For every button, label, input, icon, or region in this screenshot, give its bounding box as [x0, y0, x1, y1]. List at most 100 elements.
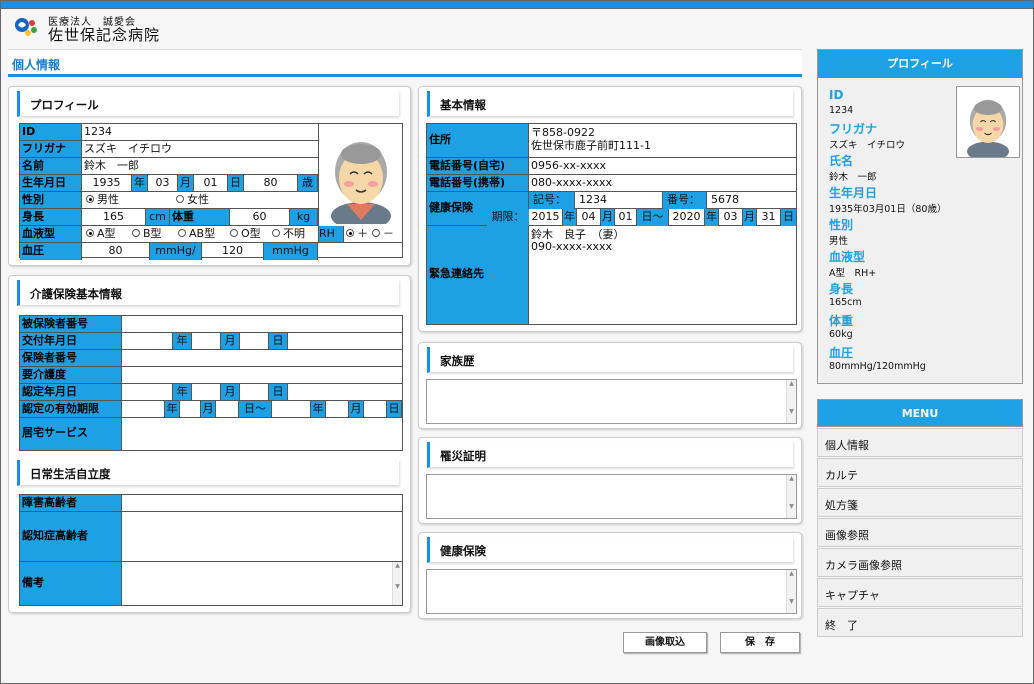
cert-date-label: 認定年月日 — [20, 384, 122, 400]
ins-from-day[interactable]: 01 — [615, 209, 637, 226]
side-bp-key: 血圧 — [829, 346, 854, 360]
kigen-label: 期限： — [487, 209, 529, 226]
ins-from-month[interactable]: 04 — [577, 209, 601, 226]
valid-to-year-unit: 年 — [310, 401, 326, 417]
tel-mobile-value[interactable]: 080-xxxx-xxxx — [531, 175, 612, 191]
valid-from-year-unit: 年 — [164, 401, 180, 417]
ins-tilde: 日～ — [637, 209, 669, 226]
ins-from-year-unit: 年 — [563, 209, 577, 226]
address-label: 住所 — [427, 124, 529, 157]
side-height-key: 身長 — [829, 282, 854, 296]
blood-a-radio[interactable]: A型 — [86, 226, 116, 242]
bango-value[interactable]: 5678 — [707, 192, 796, 209]
id-value[interactable]: 1234 — [84, 124, 112, 140]
weight-value[interactable]: 60 — [230, 209, 290, 225]
health-insurance-textarea[interactable]: ▲ ▼ — [426, 569, 797, 614]
image-import-button[interactable]: 画像取込 — [623, 632, 707, 653]
issue-month-unit: 月 — [220, 333, 240, 349]
address-value[interactable]: 佐世保市鹿子前町111-1 — [531, 139, 651, 153]
blood-o-radio[interactable]: O型 — [230, 226, 261, 242]
side-name-key: 氏名 — [829, 154, 854, 168]
disaster-cert-panel: 罹災証明 ▲ ▼ — [418, 437, 802, 524]
note-scrollbar[interactable]: ▲ ▼ — [392, 562, 402, 605]
ins-to-day[interactable]: 31 — [757, 209, 781, 226]
ins-to-year[interactable]: 2020 — [669, 209, 705, 226]
side-birth-value: 1935年03月01日（80歳） — [829, 204, 947, 215]
name-label: 名前 — [20, 158, 82, 174]
menu-item-exit[interactable]: 終 了 — [817, 608, 1023, 637]
kg-unit: kg — [290, 209, 318, 225]
issue-year-unit: 年 — [172, 333, 192, 349]
birth-year[interactable]: 1935 — [82, 175, 132, 191]
valid-tilde: 日～ — [238, 401, 272, 417]
rh-plus-radio[interactable]: ＋ — [346, 226, 368, 242]
patient-photo[interactable] — [318, 124, 402, 230]
rh-minus-radio[interactable]: － — [372, 226, 394, 242]
save-button[interactable]: 保 存 — [720, 632, 800, 653]
bp-low[interactable]: 120 — [202, 243, 264, 260]
tel-home-label: 電話番号(自宅) — [427, 158, 529, 174]
ins-to-month[interactable]: 03 — [719, 209, 743, 226]
menu-item-image-view[interactable]: 画像参照 — [817, 518, 1023, 547]
profile-panel: プロフィール ID 1234 フリガナ スズキ イチロウ 名前 鈴木 一郎 生年月日 … — [8, 86, 411, 266]
basic-table: 住所 〒858-0922 佐世保市鹿子前町111-1 電話番号(自宅) 0956-… — [426, 123, 797, 325]
height-value[interactable]: 165 — [82, 209, 146, 225]
basic-title: 基本情報 — [427, 91, 793, 117]
family-scrollbar[interactable]: ▲ ▼ — [786, 380, 796, 423]
side-name-value: 鈴木 一郎 — [829, 172, 877, 183]
tab-personal-info[interactable]: 個人情報 — [12, 56, 60, 73]
kana-value[interactable]: スズキ イチロウ — [84, 141, 172, 157]
valid-from-month-unit: 月 — [200, 401, 216, 417]
disaster-scrollbar[interactable]: ▲ ▼ — [786, 475, 796, 518]
care-table: 被保険者番号 交付年月日 年 月 日 保険者番号 要介護度 認定年月日 年 月 … — [19, 315, 403, 451]
birth-label: 生年月日 — [20, 175, 82, 191]
family-history-textarea[interactable]: ▲ ▼ — [426, 379, 797, 424]
side-profile-panel: プロフィール ID 1234 フリガナ スズキ イチロウ 氏名 鈴木 一郎 生年… — [817, 49, 1023, 384]
sex-label: 性別 — [20, 192, 82, 208]
height-label: 身長 — [20, 209, 82, 225]
care-title: 介護保険基本情報 — [17, 280, 399, 306]
menu-item-capture[interactable]: キャプチャ — [817, 578, 1023, 607]
disaster-textarea[interactable]: ▲ ▼ — [426, 474, 797, 519]
menu-item-chart[interactable]: カルテ — [817, 458, 1023, 487]
zip-value[interactable]: 〒858-0922 — [531, 126, 595, 140]
kigo-value[interactable]: 1234 — [575, 192, 663, 209]
family-history-panel: 家族歴 ▲ ▼ — [418, 342, 802, 429]
health-ins-scrollbar[interactable]: ▲ ▼ — [786, 570, 796, 613]
menu-item-personal-info[interactable]: 個人情報 — [817, 428, 1023, 457]
birth-day[interactable]: 01 — [194, 175, 228, 191]
basic-info-panel: 基本情報 住所 〒858-0922 佐世保市鹿子前町111-1 電話番号(自宅)… — [418, 86, 802, 332]
page-tab-bar: 個人情報 — [8, 49, 802, 77]
day-unit: 日 — [228, 175, 244, 191]
side-kana-key: フリガナ — [829, 122, 878, 136]
profile-table: ID 1234 フリガナ スズキ イチロウ 名前 鈴木 一郎 生年月日 1935 年 … — [19, 123, 403, 260]
bp-high[interactable]: 80 — [82, 243, 150, 260]
emergency-phone[interactable]: 090-xxxx-xxxx — [531, 240, 612, 254]
blood-b-radio[interactable]: B型 — [132, 226, 162, 242]
birth-month[interactable]: 03 — [148, 175, 178, 191]
ins-from-year[interactable]: 2015 — [529, 209, 563, 226]
age-value[interactable]: 80 — [244, 175, 298, 191]
disaster-title: 罹災証明 — [427, 442, 793, 468]
menu-item-camera-image[interactable]: カメラ画像参照 — [817, 548, 1023, 577]
sex-female-radio[interactable]: 女性 — [176, 192, 209, 208]
tel-mobile-label: 電話番号(携帯) — [427, 175, 529, 191]
issue-day-unit: 日 — [268, 333, 288, 349]
menu-item-prescription[interactable]: 処方箋 — [817, 488, 1023, 517]
age-unit: 歳 — [298, 175, 318, 191]
side-kana-value: スズキ イチロウ — [829, 140, 906, 151]
ins-from-month-unit: 月 — [601, 209, 615, 226]
emergency-label: 緊急連絡先 — [427, 226, 529, 324]
sex-male-radio[interactable]: 男性 — [86, 192, 119, 208]
kana-label: フリガナ — [20, 141, 82, 157]
side-blood-value: A型 RH+ — [829, 268, 877, 279]
month-unit: 月 — [178, 175, 194, 191]
side-elderly-man-icon — [967, 99, 1009, 162]
side-sex-key: 性別 — [829, 218, 854, 232]
blood-unknown-radio[interactable]: 不明 — [272, 226, 305, 242]
blood-ab-radio[interactable]: AB型 — [178, 226, 215, 242]
name-value[interactable]: 鈴木 一郎 — [84, 158, 139, 174]
side-height-value: 165cm — [829, 297, 862, 308]
bango-label: 番号： — [663, 192, 707, 209]
tel-home-value[interactable]: 0956-xx-xxxx — [531, 158, 606, 174]
